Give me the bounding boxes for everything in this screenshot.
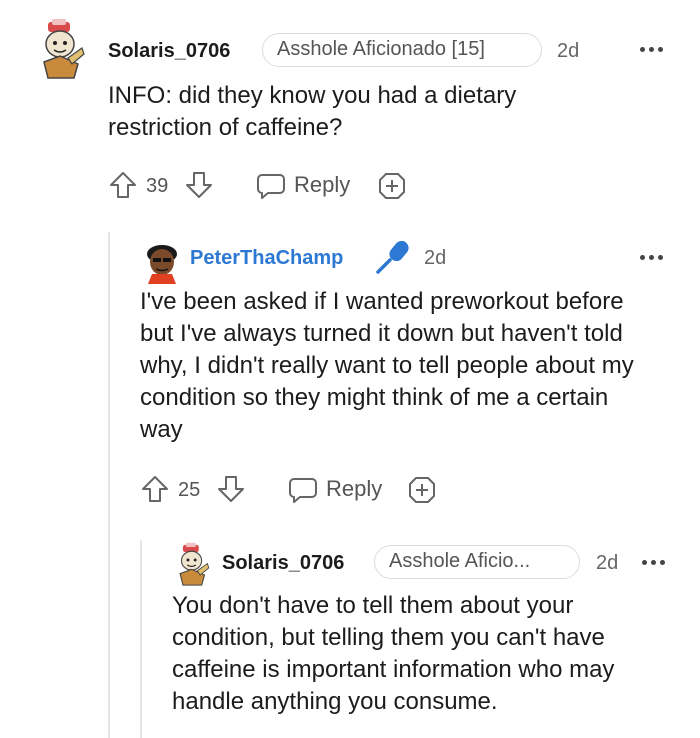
more-dots-icon bbox=[640, 255, 645, 260]
username[interactable]: Solaris_0706 bbox=[222, 552, 344, 575]
comment-1: Solaris_0706 Asshole Aficionado [15] 2d … bbox=[0, 0, 700, 232]
comment-actions: 25 Reply bbox=[140, 472, 460, 506]
more-options-button[interactable] bbox=[642, 557, 670, 567]
vote-count: 39 bbox=[146, 175, 169, 197]
reply-button[interactable]: Reply bbox=[288, 472, 388, 506]
more-dots-icon bbox=[640, 47, 645, 52]
username[interactable]: PeterThaChamp bbox=[190, 247, 343, 270]
comment-age: 2d bbox=[424, 247, 447, 269]
avatar[interactable] bbox=[140, 240, 184, 284]
comment-3: Solaris_0706 Asshole Aficio... 2d You do… bbox=[0, 532, 700, 738]
arrow-up-icon[interactable] bbox=[140, 474, 170, 504]
award-icon[interactable] bbox=[406, 474, 438, 506]
more-options-button[interactable] bbox=[640, 252, 668, 262]
username[interactable]: Solaris_0706 bbox=[108, 40, 230, 63]
more-dots-icon bbox=[642, 560, 647, 565]
arrow-down-icon[interactable] bbox=[184, 170, 214, 200]
arrow-up-icon[interactable] bbox=[108, 170, 138, 200]
speech-bubble-icon bbox=[257, 174, 285, 199]
award-icon[interactable] bbox=[376, 170, 408, 202]
comment-actions: 39 Reply bbox=[108, 168, 428, 202]
vote-count: 25 bbox=[178, 479, 201, 501]
reply-label: Reply bbox=[294, 172, 351, 197]
comment-2: PeterThaChamp 2d I've been asked if I wa… bbox=[0, 232, 700, 532]
comment-age: 2d bbox=[557, 40, 580, 62]
user-flair: Asshole Aficionado [15] bbox=[262, 33, 542, 67]
user-flair: Asshole Aficio... bbox=[374, 545, 580, 579]
comment-body: I've been asked if I wanted preworkout b… bbox=[140, 288, 634, 443]
avatar[interactable] bbox=[38, 18, 86, 82]
microphone-icon bbox=[376, 240, 409, 274]
more-options-button[interactable] bbox=[640, 44, 668, 54]
reply-button[interactable]: Reply bbox=[256, 168, 356, 202]
reply-label: Reply bbox=[326, 476, 383, 501]
speech-bubble-icon bbox=[289, 478, 317, 503]
arrow-down-icon[interactable] bbox=[216, 474, 246, 504]
comment-body: You don't have to tell them about your c… bbox=[172, 592, 615, 715]
comment-body: INFO: did they know you had a dietary re… bbox=[108, 82, 517, 141]
avatar[interactable] bbox=[174, 542, 212, 588]
comment-age: 2d bbox=[596, 552, 619, 574]
